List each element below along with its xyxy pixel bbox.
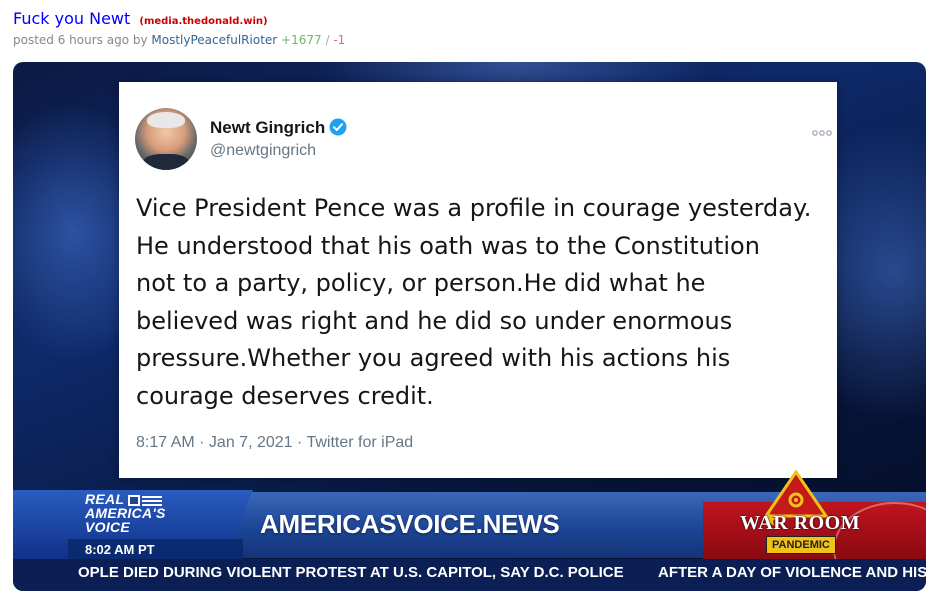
tweet-line: He understood that his oath was to the C… [136, 231, 760, 260]
tweet-line: courage deserves credit. [136, 381, 434, 410]
avatar-shirt [143, 154, 189, 170]
tweet-handle: @newtgingrich [210, 142, 317, 159]
network-logo-line: AMERICA'S [85, 505, 166, 521]
tweet-line: believed was right and he did so under e… [136, 306, 733, 335]
post-media-image[interactable]: Newt Gingrich @newtgingrich Vice Preside… [13, 62, 926, 591]
pandemic-badge: PANDEMIC [766, 536, 836, 554]
verified-badge-icon [329, 118, 347, 141]
tweet-card: Newt Gingrich @newtgingrich Vice Preside… [119, 82, 837, 478]
broadcast-time: 8:02 AM PT [85, 542, 155, 557]
post-domain[interactable]: (media.thedonald.win) [139, 16, 267, 27]
tweet-line: not to a party, policy, or person.He did… [136, 269, 706, 297]
tweet-line: pressure.Whether you agreed with his act… [136, 344, 731, 372]
ticker-text-right: AFTER A DAY OF VIOLENCE AND HIS [658, 564, 926, 581]
network-logo-line: REAL [85, 491, 125, 507]
tweet-author-name: Newt Gingrich [210, 118, 347, 141]
tweet-body: Vice President Pence was a profile in co… [136, 190, 836, 415]
ticker-text-left: OPLE DIED DURING VIOLENT PROTEST AT U.S.… [78, 564, 624, 581]
vote-separator: / [325, 33, 330, 47]
upvote-count: +1677 [281, 33, 322, 47]
warroom-title: WAR ROOM [740, 512, 861, 534]
downvote-count: -1 [333, 33, 346, 47]
broadcast-headline: AMERICASVOICE.NEWS [260, 509, 560, 539]
network-logo-line: VOICE [85, 519, 131, 535]
post-header: Fuck you Newt (media.thedonald.win) post… [13, 9, 923, 47]
post-title-line: Fuck you Newt (media.thedonald.win) [13, 9, 923, 28]
tweet-line: Vice President Pence was a profile in co… [136, 194, 812, 222]
tweet-author-name-text: Newt Gingrich [210, 118, 326, 137]
avatar [135, 108, 197, 170]
post-meta: posted 6 hours ago by MostlyPeacefulRiot… [13, 33, 923, 47]
post-title-link[interactable]: Fuck you Newt [13, 9, 130, 28]
author-link[interactable]: MostlyPeacefulRioter [151, 33, 277, 47]
avatar-hair [147, 112, 185, 128]
tweet-timestamp: 8:17 AM · Jan 7, 2021 · Twitter for iPad [136, 434, 414, 451]
post-meta-prefix: posted 6 hours ago by [13, 33, 148, 47]
more-options-icon [811, 122, 833, 141]
